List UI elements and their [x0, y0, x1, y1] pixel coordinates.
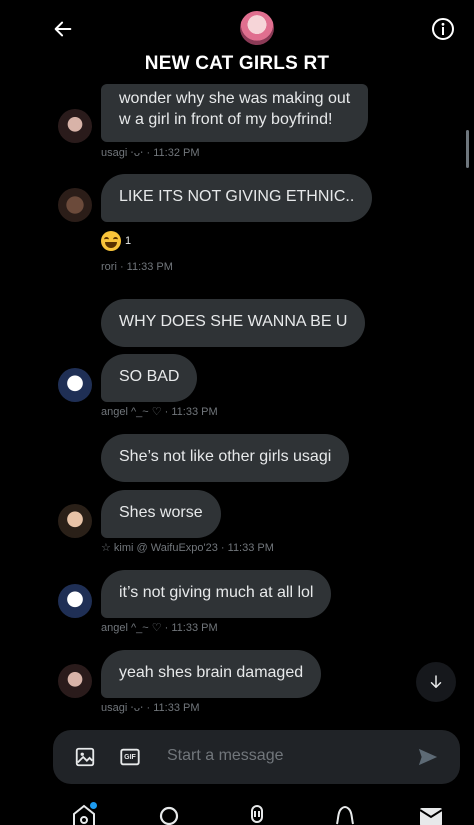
message-bubble[interactable]: LIKE ITS NOT GIVING ETHNIC.. — [101, 174, 373, 222]
gif-button[interactable]: GIF — [118, 745, 142, 769]
message-text: yeah shes brain damaged — [119, 664, 304, 681]
message-composer: GIF Start a message — [53, 730, 460, 784]
reaction[interactable]: 1 — [101, 231, 131, 251]
message-text: it’s not giving much at all lol — [119, 584, 314, 601]
avatar[interactable] — [58, 188, 92, 222]
tab-notifications[interactable] — [331, 802, 359, 825]
avatar[interactable] — [58, 664, 92, 698]
message-meta: rori · 11:33 PM — [101, 261, 173, 273]
conversation-title[interactable]: NEW CAT GIRLS RT — [0, 53, 474, 75]
send-button[interactable] — [414, 745, 442, 769]
message-meta: angel ^_~ ♡ · 11:33 PM — [101, 622, 218, 634]
message-text: LIKE ITS NOT GIVING ETHNIC.. — [119, 188, 355, 205]
message-meta: usagi ⋅ᴗ⋅ · 11:32 PM — [101, 147, 200, 159]
message-bubble[interactable]: She’s not like other girls usagi — [101, 434, 350, 482]
envelope-icon — [419, 808, 443, 825]
message-text: SO BAD — [119, 368, 180, 385]
message-text-line: wonder why she was making out — [119, 90, 351, 107]
message-text: WHY DOES SHE WANNA BE U — [119, 313, 348, 330]
home-notification-dot — [90, 802, 97, 809]
bottom-tab-bar — [0, 796, 474, 825]
group-avatar[interactable] — [240, 11, 274, 45]
conversation-header: NEW CAT GIRLS RT — [0, 0, 474, 84]
avatar[interactable] — [58, 368, 92, 402]
arrow-left-icon — [54, 21, 72, 37]
message-bubble[interactable]: Shes worse — [101, 490, 221, 538]
info-button[interactable] — [428, 14, 458, 44]
avatar[interactable] — [58, 584, 92, 618]
send-icon — [418, 748, 438, 766]
tab-search[interactable] — [156, 802, 184, 825]
back-button[interactable] — [48, 14, 78, 44]
message-meta: ☆ kimi @ WaifuExpo'23 · 11:33 PM — [101, 542, 274, 554]
image-icon — [75, 747, 95, 767]
message-bubble[interactable]: WHY DOES SHE WANNA BE U — [101, 299, 366, 347]
message-bubble[interactable]: it’s not giving much at all lol — [101, 570, 332, 618]
avatar[interactable] — [58, 109, 92, 143]
scroll-to-bottom-button[interactable] — [416, 662, 456, 702]
message-input[interactable]: Start a message — [167, 747, 284, 765]
message-bubble[interactable]: wonder why she was making out w a girl i… — [101, 84, 369, 142]
bell-icon — [336, 805, 354, 825]
tab-spaces[interactable] — [243, 802, 271, 825]
search-icon — [159, 806, 179, 825]
info-icon — [432, 18, 454, 40]
scrollbar[interactable] — [466, 130, 469, 168]
arrow-down-icon — [430, 675, 442, 688]
reaction-count: 1 — [125, 235, 132, 247]
message-bubble[interactable]: SO BAD — [101, 354, 198, 402]
image-button[interactable] — [73, 745, 97, 769]
microphone-icon — [251, 805, 263, 823]
tab-messages[interactable] — [417, 802, 445, 825]
laughing-emoji-icon — [101, 231, 121, 251]
message-bubble[interactable]: yeah shes brain damaged — [101, 650, 322, 698]
message-meta: angel ^_~ ♡ · 11:33 PM — [101, 406, 218, 418]
message-thread: wonder why she was making out w a girl i… — [0, 84, 474, 724]
message-text: She’s not like other girls usagi — [119, 448, 332, 465]
message-text-line: w a girl in front of my boyfrind! — [119, 111, 333, 128]
message-meta: usagi ⋅ᴗ⋅ · 11:33 PM — [101, 702, 200, 714]
message-text: Shes worse — [119, 504, 203, 521]
gif-label: GIF — [124, 753, 136, 761]
avatar[interactable] — [58, 504, 92, 538]
